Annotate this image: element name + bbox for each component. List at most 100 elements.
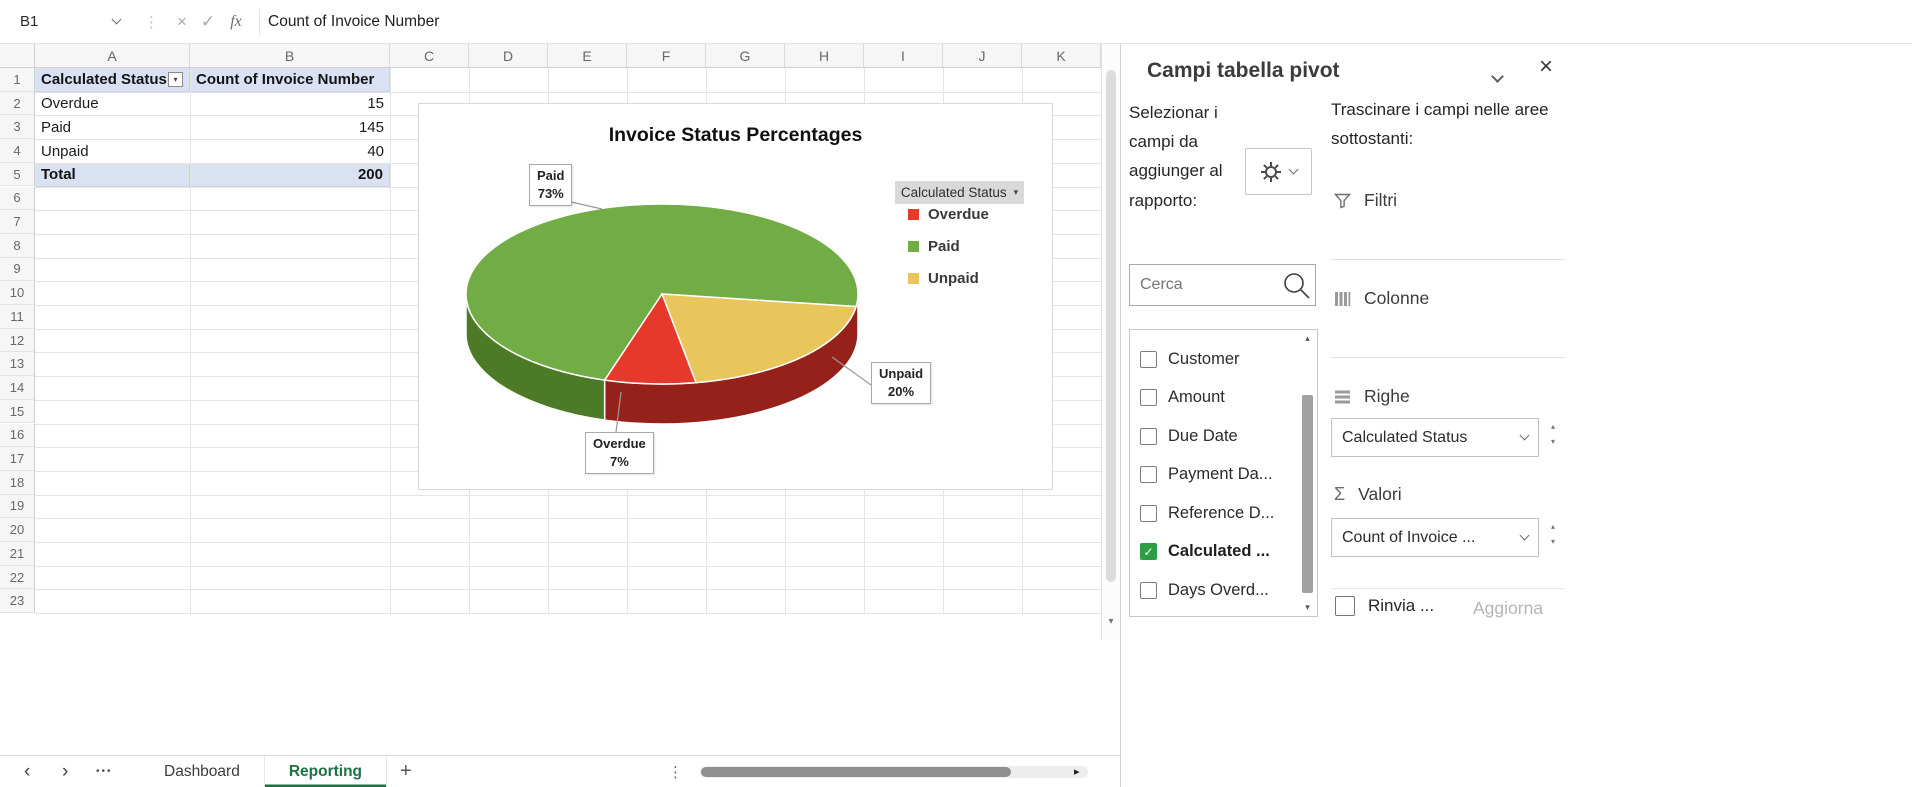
rows-field-pill[interactable]: Calculated Status bbox=[1331, 418, 1539, 457]
name-box[interactable]: B1 bbox=[8, 7, 130, 37]
filters-drop-area[interactable] bbox=[1331, 218, 1565, 260]
values-spin-up-icon[interactable]: ▴ bbox=[1547, 522, 1559, 531]
row-header-18[interactable]: 18 bbox=[0, 470, 35, 495]
defer-checkbox[interactable] bbox=[1335, 596, 1355, 616]
chart-field-filter-button[interactable]: Calculated Status ▾ bbox=[895, 181, 1024, 204]
cancel-icon[interactable]: × bbox=[169, 12, 195, 32]
row-header-6[interactable]: 6 bbox=[0, 186, 35, 211]
columns-drop-area[interactable] bbox=[1331, 316, 1565, 358]
row-header-11[interactable]: 11 bbox=[0, 305, 35, 329]
row-header-21[interactable]: 21 bbox=[0, 542, 35, 566]
row-header-23[interactable]: 23 bbox=[0, 589, 35, 614]
row-header-22[interactable]: 22 bbox=[0, 565, 35, 590]
checkbox[interactable] bbox=[1140, 389, 1157, 407]
column-header-K[interactable]: K bbox=[1022, 44, 1101, 68]
row-header-9[interactable]: 9 bbox=[0, 257, 35, 282]
rows-spin-up-icon[interactable]: ▴ bbox=[1547, 422, 1559, 431]
row-header-7[interactable]: 7 bbox=[0, 210, 35, 234]
cell-A1[interactable]: Calculated Status ▾ bbox=[35, 68, 190, 93]
column-header-D[interactable]: D bbox=[469, 44, 548, 68]
legend-item-overdue[interactable]: Overdue bbox=[908, 206, 989, 223]
cell-A4[interactable]: Unpaid bbox=[35, 139, 190, 163]
prev-sheet-button[interactable]: ‹ bbox=[24, 756, 30, 787]
row-header-20[interactable]: 20 bbox=[0, 518, 35, 542]
new-sheet-button[interactable]: + bbox=[400, 756, 412, 787]
cell-B4[interactable]: 40 bbox=[190, 139, 390, 163]
chevron-down-icon[interactable] bbox=[111, 14, 122, 25]
row-header-1[interactable]: 1 bbox=[0, 68, 35, 92]
row-header-2[interactable]: 2 bbox=[0, 91, 35, 116]
next-sheet-button[interactable]: › bbox=[62, 756, 68, 787]
cell-A2[interactable]: Overdue bbox=[35, 92, 190, 116]
tools-button[interactable] bbox=[1245, 148, 1312, 195]
select-all-corner[interactable] bbox=[0, 44, 35, 68]
chevron-down-icon[interactable] bbox=[1491, 68, 1504, 86]
enter-icon[interactable]: ✓ bbox=[195, 12, 221, 32]
field-item-amount[interactable]: Amount bbox=[1130, 379, 1317, 418]
update-button[interactable]: Aggiorna bbox=[1473, 598, 1543, 619]
sheet-tab-reporting[interactable]: Reporting bbox=[265, 756, 388, 787]
row-header-12[interactable]: 12 bbox=[0, 328, 35, 353]
horizontal-scrollbar[interactable] bbox=[700, 766, 1088, 778]
column-header-C[interactable]: C bbox=[390, 44, 469, 68]
vertical-scrollbar-thumb[interactable] bbox=[1106, 70, 1116, 582]
row-header-3[interactable]: 3 bbox=[0, 115, 35, 140]
scroll-down-icon[interactable]: ▾ bbox=[1102, 616, 1120, 627]
horizontal-scrollbar-thumb[interactable] bbox=[701, 767, 1011, 777]
row-header-19[interactable]: 19 bbox=[0, 494, 35, 519]
pie-chart[interactable]: Invoice Status Percentages Paid 73% Unpa… bbox=[418, 103, 1053, 490]
checkbox[interactable] bbox=[1140, 466, 1157, 484]
kebab-icon[interactable]: ⋮ bbox=[668, 756, 683, 787]
field-item-days-overd[interactable]: Days Overd... bbox=[1130, 571, 1317, 610]
row-header-13[interactable]: 13 bbox=[0, 352, 35, 377]
values-spin-down-icon[interactable]: ▾ bbox=[1547, 537, 1559, 546]
row-header-8[interactable]: 8 bbox=[0, 233, 35, 258]
field-list-scrollbar[interactable]: ▴ ▾ bbox=[1300, 333, 1315, 613]
column-header-H[interactable]: H bbox=[785, 44, 864, 68]
scroll-up-icon[interactable]: ▴ bbox=[1300, 333, 1315, 344]
row-header-14[interactable]: 14 bbox=[0, 376, 35, 400]
cell-A3[interactable]: Paid bbox=[35, 115, 190, 139]
cell-B5[interactable]: 200 bbox=[190, 162, 390, 188]
cell-B1[interactable]: Count of Invoice Number bbox=[190, 68, 390, 93]
row-header-4[interactable]: 4 bbox=[0, 139, 35, 163]
more-sheets-icon[interactable]: ••• bbox=[96, 756, 113, 787]
close-icon[interactable]: × bbox=[1539, 53, 1553, 81]
search-icon[interactable] bbox=[1280, 269, 1312, 301]
column-header-G[interactable]: G bbox=[706, 44, 785, 68]
rows-spin-down-icon[interactable]: ▾ bbox=[1547, 437, 1559, 446]
cell-B3[interactable]: 145 bbox=[190, 115, 390, 139]
checkbox[interactable] bbox=[1140, 350, 1157, 368]
field-item-due-date[interactable]: Due Date bbox=[1130, 417, 1317, 456]
legend-item-unpaid[interactable]: Unpaid bbox=[908, 270, 979, 287]
field-item-reference-d[interactable]: Reference D... bbox=[1130, 494, 1317, 533]
scroll-down-icon[interactable]: ▾ bbox=[1300, 602, 1315, 613]
checkbox[interactable] bbox=[1140, 504, 1157, 522]
row-header-16[interactable]: 16 bbox=[0, 423, 35, 448]
search-input[interactable] bbox=[1130, 276, 1280, 294]
checkbox[interactable] bbox=[1140, 581, 1157, 599]
values-field-pill[interactable]: Count of Invoice ... bbox=[1331, 518, 1539, 557]
scroll-right-icon[interactable]: ▸ bbox=[1074, 756, 1080, 787]
column-header-I[interactable]: I bbox=[864, 44, 943, 68]
column-header-F[interactable]: F bbox=[627, 44, 706, 68]
chevron-down-icon[interactable] bbox=[1519, 530, 1530, 541]
column-header-B[interactable]: B bbox=[190, 44, 390, 68]
row-header-5[interactable]: 5 bbox=[0, 162, 35, 187]
checkbox[interactable] bbox=[1140, 427, 1157, 445]
row-header-15[interactable]: 15 bbox=[0, 399, 35, 424]
formula-input[interactable]: Count of Invoice Number bbox=[268, 13, 439, 31]
legend-item-paid[interactable]: Paid bbox=[908, 238, 960, 255]
column-header-J[interactable]: J bbox=[943, 44, 1022, 68]
column-header-E[interactable]: E bbox=[548, 44, 627, 68]
cell-B2[interactable]: 15 bbox=[190, 92, 390, 116]
column-header-A[interactable]: A bbox=[35, 44, 190, 68]
insert-function-icon[interactable]: fx bbox=[221, 13, 251, 31]
field-item-calculated[interactable]: ✓ Calculated ... bbox=[1130, 533, 1317, 572]
vertical-scrollbar[interactable]: ▾ bbox=[1101, 44, 1120, 640]
chevron-down-icon[interactable] bbox=[1519, 430, 1530, 441]
row-header-17[interactable]: 17 bbox=[0, 447, 35, 471]
sheet-tab-dashboard[interactable]: Dashboard bbox=[140, 756, 265, 787]
autofilter-button[interactable]: ▾ bbox=[168, 72, 183, 88]
row-header-10[interactable]: 10 bbox=[0, 281, 35, 305]
